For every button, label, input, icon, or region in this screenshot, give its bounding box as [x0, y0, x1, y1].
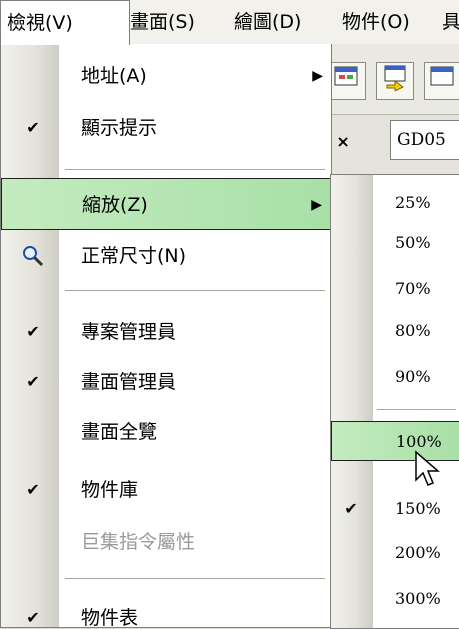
menu-item-label: 正常尺寸(N)	[81, 245, 187, 267]
check-icon: ✔	[26, 372, 40, 391]
menu-separator	[65, 290, 325, 292]
submenu-arrow-icon: ▶	[312, 68, 323, 84]
window-arrow-icon-graphic	[384, 65, 406, 92]
menu-tools[interactable]: 具	[436, 0, 459, 44]
zoom-item-label: 80%	[395, 321, 431, 340]
menu-tools-label: 具	[442, 11, 459, 33]
menu-item-label: 縮放(Z)	[82, 194, 148, 216]
check-icon: ✔	[26, 322, 40, 341]
zoom-item-label: 300%	[395, 589, 441, 608]
menu-item-zoom[interactable]: 縮放(Z) ▶	[1, 178, 331, 230]
menu-item-show-tips[interactable]: ✔ 顯示提示	[1, 102, 331, 154]
check-icon: ✔	[26, 118, 40, 137]
submenu-arrow-icon: ▶	[311, 197, 322, 213]
zoom-item-label: 150%	[395, 499, 441, 518]
menu-draw-label: 繪圖(D)	[234, 11, 302, 33]
submenu-separator	[377, 409, 456, 411]
window-arrow-icon[interactable]	[376, 62, 414, 100]
window-icon[interactable]	[424, 62, 459, 100]
zoom-item-25[interactable]: 25%	[331, 183, 459, 223]
zoom-item-label: 25%	[395, 193, 431, 212]
zoom-item-70[interactable]: 70%	[331, 269, 459, 309]
menu-item-object-library[interactable]: ✔ 物件庫	[1, 464, 331, 516]
menu-item-object-table[interactable]: ✔ 物件表	[1, 592, 331, 628]
menu-item-label: 物件表	[81, 607, 139, 628]
check-icon: ✔	[26, 480, 40, 499]
menu-item-label: 巨集指令屬性	[81, 531, 196, 553]
menu-item-label: 畫面管理員	[81, 371, 177, 393]
menu-separator	[65, 578, 325, 580]
zoom-item-90[interactable]: 90%	[331, 357, 459, 397]
window-icon[interactable]	[328, 62, 366, 100]
zoom-item-150[interactable]: ✔ 150%	[331, 489, 459, 529]
menu-object[interactable]: 物件(O)	[336, 0, 416, 44]
menu-item-address[interactable]: 地址(A) ▶	[1, 50, 331, 102]
menu-draw[interactable]: 繪圖(D)	[228, 0, 307, 44]
zoom-item-50[interactable]: 50%	[331, 223, 459, 263]
menu-object-label: 物件(O)	[342, 11, 410, 33]
magnifier-icon-graphic	[23, 246, 44, 267]
menu-bar: 檢視(V) 畫面(S) 繪圖(D) 物件(O) 具	[0, 0, 459, 45]
view-menu: 地址(A) ▶ ✔ 顯示提示 縮放(Z) ▶ 正常尺寸(N) ✔ 專案管理員 ✔…	[0, 44, 332, 628]
menu-view[interactable]: 檢視(V)	[0, 0, 130, 45]
zoom-item-200[interactable]: 200%	[331, 533, 459, 573]
mouse-cursor-icon	[415, 450, 441, 486]
menu-item-screen-overview[interactable]: 畫面全覽	[1, 406, 331, 458]
zoom-item-label: 90%	[395, 367, 431, 386]
magnifier-icon	[22, 245, 44, 267]
menu-item-label: 地址(A)	[81, 65, 147, 87]
menu-item-normal-size[interactable]: 正常尺寸(N)	[1, 230, 331, 282]
zoom-item-80[interactable]: 80%	[331, 311, 459, 351]
check-icon: ✔	[344, 499, 358, 518]
check-icon: ✔	[26, 608, 40, 627]
menu-separator	[65, 169, 325, 171]
zoom-item-300[interactable]: 300%	[331, 579, 459, 619]
menu-screen[interactable]: 畫面(S)	[124, 0, 201, 44]
window-icon-graphic	[430, 66, 454, 86]
window-icon-graphic	[334, 66, 358, 86]
menu-item-project-manager[interactable]: ✔ 專案管理員	[1, 306, 331, 358]
zoom-submenu: 25% 50% 70% 80% 90% 100% ✔ 150% 200% 300…	[330, 174, 459, 629]
menu-item-label: 物件庫	[81, 479, 139, 501]
menu-view-label: 檢視(V)	[7, 12, 73, 34]
menu-item-label: 專案管理員	[81, 321, 177, 343]
menu-item-screen-manager[interactable]: ✔ 畫面管理員	[1, 356, 331, 408]
zoom-item-label: 200%	[395, 543, 441, 562]
menu-screen-label: 畫面(S)	[130, 11, 195, 33]
menu-item-macro-properties: 巨集指令屬性	[1, 516, 331, 568]
document-tab[interactable]: GD05	[390, 120, 459, 160]
zoom-item-label: 70%	[395, 279, 431, 298]
zoom-item-label: 50%	[395, 233, 431, 252]
menu-item-label: 畫面全覽	[81, 421, 158, 443]
menu-item-label: 顯示提示	[81, 117, 158, 139]
